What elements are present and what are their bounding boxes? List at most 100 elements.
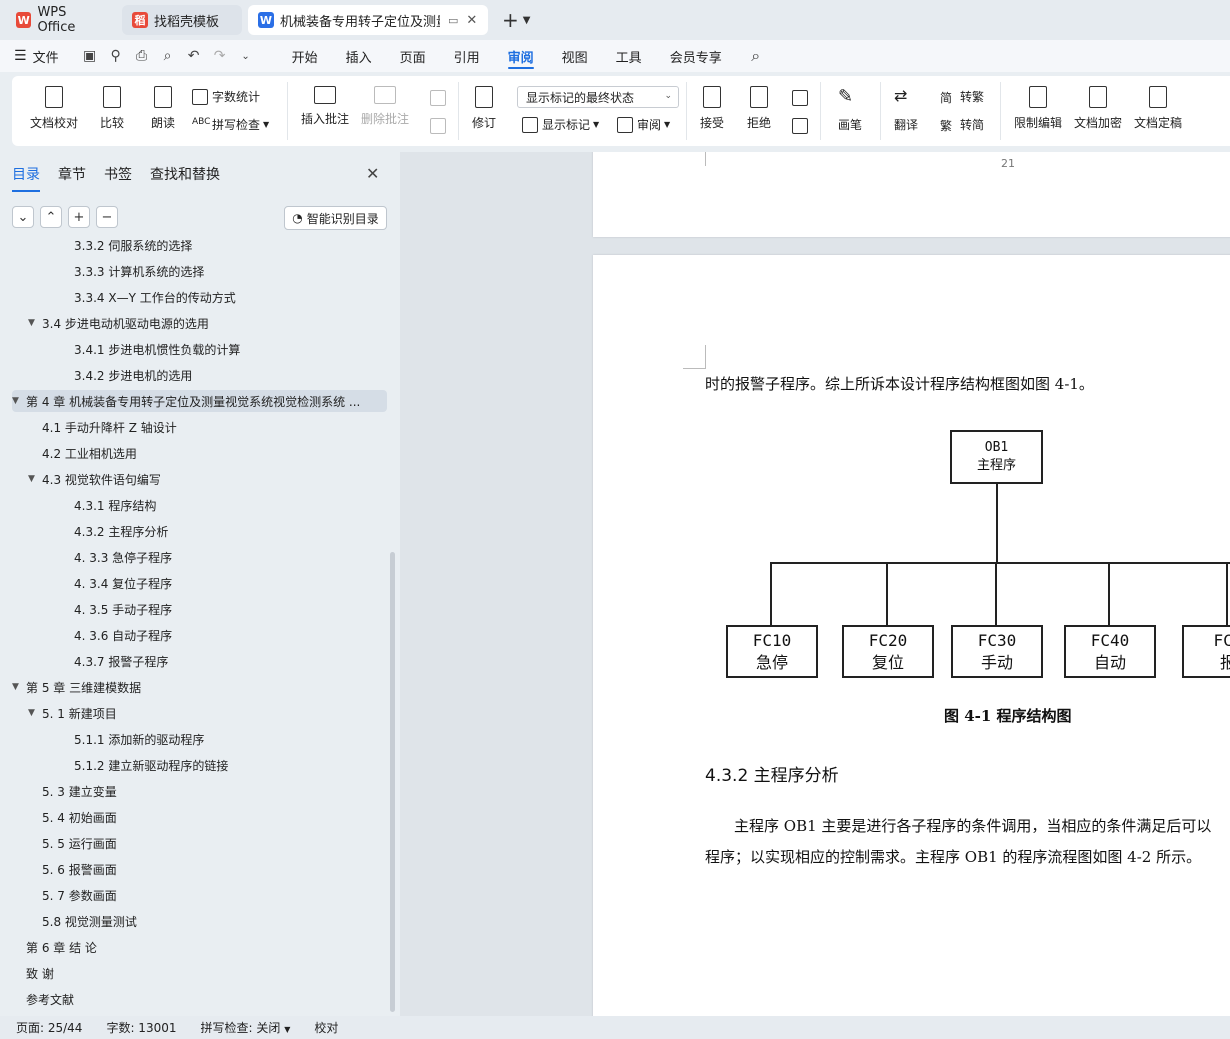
toc-item[interactable]: 5.1.1 添加新的驱动程序: [12, 728, 387, 750]
undo-icon[interactable]: ↶: [184, 46, 204, 66]
toc-item[interactable]: 4.3.1 程序结构: [12, 494, 387, 516]
remove-level-button[interactable]: −: [96, 206, 118, 228]
print-preview-icon[interactable]: ⌕: [158, 46, 178, 66]
next-change-button[interactable]: [792, 118, 812, 134]
markup-state-select[interactable]: 显示标记的最终状态 ⌄: [517, 86, 679, 108]
toc-item[interactable]: ▼ 5. 1 新建项目: [12, 702, 387, 724]
toc-item[interactable]: 致 谢: [12, 962, 387, 984]
toc-item[interactable]: 参考文献: [12, 988, 387, 1010]
revise-button[interactable]: 修订: [472, 86, 496, 131]
tab-wps-office[interactable]: W WPS Office: [6, 5, 116, 35]
share-icon[interactable]: ⚲: [106, 46, 126, 66]
expand-arrow-icon[interactable]: ▼: [28, 318, 42, 328]
smart-toc-button[interactable]: ◔ 智能识别目录: [284, 206, 387, 230]
figure-caption: 图 4-1 程序结构图: [944, 707, 1072, 725]
menu-review[interactable]: 审阅: [494, 40, 548, 72]
doc-check-button[interactable]: 文档校对: [30, 86, 78, 131]
save-icon[interactable]: ▣: [80, 46, 100, 66]
expand-arrow-icon[interactable]: ▼: [28, 474, 42, 484]
finalize-button[interactable]: 文档定稿: [1134, 86, 1182, 131]
show-markup-button[interactable]: 显示标记 ▼: [522, 116, 599, 133]
toc-item[interactable]: 4.1 手动升降杆 Z 轴设计: [12, 416, 387, 438]
close-tab-icon[interactable]: ✕: [466, 13, 477, 28]
toc-item[interactable]: ▼ 3.4 步进电动机驱动电源的选用: [12, 312, 387, 334]
toc-item[interactable]: 5.1.2 建立新驱动程序的链接: [12, 754, 387, 776]
tab-find-replace[interactable]: 查找和替换: [150, 164, 220, 192]
tab-bookmarks[interactable]: 书签: [104, 164, 132, 192]
spell-check-button[interactable]: ABC 拼写检查 ▼: [192, 116, 269, 133]
toc-item[interactable]: 4. 3.6 自动子程序: [12, 624, 387, 646]
toc-item[interactable]: 3.3.4 X—Y 工作台的传动方式: [12, 286, 387, 308]
toc-scrollbar[interactable]: [390, 552, 395, 1012]
toc-item[interactable]: 4. 3.3 急停子程序: [12, 546, 387, 568]
redo-icon[interactable]: ↷: [210, 46, 230, 66]
to-simplified-button[interactable]: 繁 转简: [940, 116, 984, 133]
tab-document[interactable]: W 机械装备专用转子定位及测量 ▭ ✕: [248, 5, 488, 35]
toc-item[interactable]: ▼ 第 4 章 机械装备专用转子定位及测量视觉系统视觉检测系统 ...: [12, 390, 387, 412]
word-count-button[interactable]: 字数统计: [192, 88, 260, 105]
file-menu[interactable]: 文件: [33, 47, 59, 66]
menu-insert[interactable]: 插入: [332, 40, 386, 72]
toc-item[interactable]: 4.3.7 报警子程序: [12, 650, 387, 672]
page-indicator[interactable]: 页面: 25/44: [16, 1019, 82, 1036]
to-traditional-button[interactable]: 简 转繁: [940, 88, 984, 105]
toc-item[interactable]: 4. 3.4 复位子程序: [12, 572, 387, 594]
next-comment-button[interactable]: [430, 118, 450, 134]
expand-arrow-icon[interactable]: ▼: [28, 708, 42, 718]
chevron-down-icon[interactable]: ▼: [523, 15, 531, 26]
collapse-up-button[interactable]: ⌃: [40, 206, 62, 228]
menu-reference[interactable]: 引用: [440, 40, 494, 72]
expand-arrow-icon[interactable]: ▼: [12, 396, 26, 406]
tab-template[interactable]: 稻 找稻壳模板: [122, 5, 242, 35]
add-level-button[interactable]: +: [68, 206, 90, 228]
toc-item[interactable]: ▼ 4.3 视觉软件语句编写: [12, 468, 387, 490]
compare-button[interactable]: 比较: [100, 86, 124, 131]
review-pane-button[interactable]: 审阅 ▼: [617, 116, 670, 133]
menu-start[interactable]: 开始: [278, 40, 332, 72]
toc-item[interactable]: 4.3.2 主程序分析: [12, 520, 387, 542]
pen-button[interactable]: ✎ 画笔: [838, 86, 862, 133]
translate-button[interactable]: ⇄ 翻译: [894, 86, 918, 133]
toc-item[interactable]: 3.4.1 步进电机惯性负载的计算: [12, 338, 387, 360]
toc-item[interactable]: 第 6 章 结 论: [12, 936, 387, 958]
menu-member[interactable]: 会员专享: [656, 40, 736, 72]
reject-button[interactable]: 拒绝: [747, 86, 771, 131]
close-pane-icon[interactable]: ✕: [366, 164, 379, 183]
prev-change-button[interactable]: [792, 90, 812, 106]
read-aloud-button[interactable]: 朗读: [151, 86, 175, 131]
expand-down-button[interactable]: ⌄: [12, 206, 34, 228]
menu-page[interactable]: 页面: [386, 40, 440, 72]
toc-item[interactable]: 4.2 工业相机选用: [12, 442, 387, 464]
doc-check-icon: [45, 86, 63, 108]
toc-item[interactable]: 5. 6 报警画面: [12, 858, 387, 880]
expand-arrow-icon[interactable]: ▼: [12, 682, 26, 692]
toc-item[interactable]: ▼ 第 5 章 三维建模数据: [12, 676, 387, 698]
prev-comment-button[interactable]: [430, 90, 450, 106]
tab-toc[interactable]: 目录: [12, 164, 40, 192]
word-count-indicator[interactable]: 字数: 13001: [106, 1019, 176, 1036]
print-icon[interactable]: ⎙: [132, 46, 152, 66]
toc-item[interactable]: 5. 5 运行画面: [12, 832, 387, 854]
toc-item[interactable]: 3.3.2 伺服系统的选择: [12, 240, 387, 256]
restrict-edit-button[interactable]: 限制编辑: [1014, 86, 1062, 131]
proof-status[interactable]: 校对: [314, 1019, 338, 1036]
accept-button[interactable]: 接受: [700, 86, 724, 131]
insert-comment-button[interactable]: 插入批注: [301, 86, 349, 127]
encrypt-button[interactable]: 文档加密: [1074, 86, 1122, 131]
hamburger-icon[interactable]: ☰: [14, 48, 27, 64]
toc-item[interactable]: 5. 4 初始画面: [12, 806, 387, 828]
delete-comment-button[interactable]: 删除批注: [361, 86, 409, 127]
toc-item[interactable]: 5.8 视觉测量测试: [12, 910, 387, 932]
toc-item[interactable]: 3.4.2 步进电机的选用: [12, 364, 387, 386]
menu-tools[interactable]: 工具: [602, 40, 656, 72]
new-tab-icon[interactable]: +: [502, 8, 519, 32]
toc-item[interactable]: 5. 7 参数画面: [12, 884, 387, 906]
toc-item[interactable]: 4. 3.5 手动子程序: [12, 598, 387, 620]
more-chevron-icon[interactable]: ⌄: [236, 46, 256, 66]
search-icon[interactable]: ⌕: [746, 46, 766, 66]
tab-chapters[interactable]: 章节: [58, 164, 86, 192]
menu-view[interactable]: 视图: [548, 40, 602, 72]
toc-item[interactable]: 5. 3 建立变量: [12, 780, 387, 802]
spell-check-status[interactable]: 拼写检查: 关闭 ▼: [201, 1019, 291, 1036]
toc-item[interactable]: 3.3.3 计算机系统的选择: [12, 260, 387, 282]
